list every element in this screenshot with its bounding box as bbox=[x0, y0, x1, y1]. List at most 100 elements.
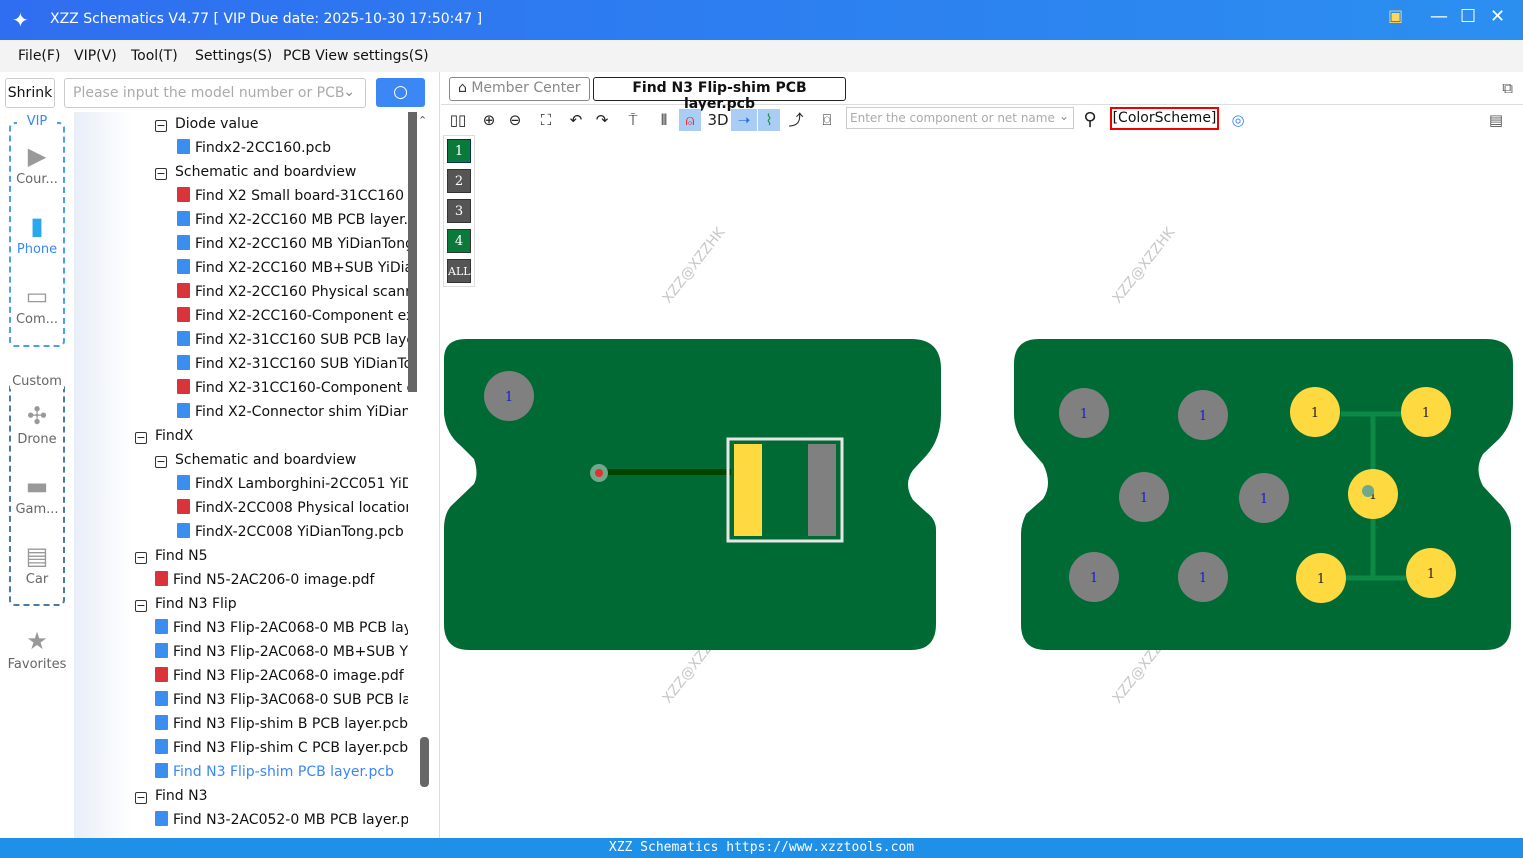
collapse-icon[interactable]: − bbox=[155, 456, 167, 468]
tree-folder[interactable]: − Find N3 Flip bbox=[135, 592, 237, 616]
pdf-file-icon[interactable] bbox=[177, 499, 190, 514]
tree-folder[interactable]: − Schematic and boardview bbox=[155, 448, 356, 472]
tree-folder[interactable]: − Find N5 bbox=[135, 544, 208, 568]
search-button[interactable]: ○ bbox=[376, 78, 425, 107]
rail-drone[interactable]: ✣ Drone bbox=[0, 402, 74, 447]
rail-games[interactable]: ▬ Gam... bbox=[0, 472, 74, 517]
rotate-right-icon[interactable]: ↷ bbox=[591, 109, 613, 131]
pdf-file-icon[interactable] bbox=[177, 187, 190, 202]
pcb-file-icon[interactable] bbox=[155, 643, 168, 658]
fit-screen-icon[interactable]: ⛶ bbox=[535, 109, 557, 131]
tree-file[interactable]: Find X2-31CC160 SUB PCB laye bbox=[177, 328, 408, 352]
rail-favorites[interactable]: ★ Favorites bbox=[0, 627, 74, 672]
zoom-out-icon[interactable]: ⊖ bbox=[504, 109, 526, 131]
tree-file[interactable]: Find N3 Flip-shim PCB layer.pcb bbox=[155, 760, 394, 784]
tree-file[interactable]: Find X2-2CC160-Component ex bbox=[177, 304, 408, 328]
tree-file[interactable]: FindX-2CC008 Physical location bbox=[177, 496, 408, 520]
tab-active-pcb[interactable]: Find N3 Flip-shim PCB layer.pcb bbox=[593, 77, 846, 112]
layer-2-button[interactable]: 2 bbox=[447, 169, 471, 193]
tree-file[interactable]: Find N3 Flip-2AC068-0 image.pdf bbox=[155, 664, 404, 688]
pcb-file-icon[interactable] bbox=[177, 211, 190, 226]
pcb-file-icon[interactable] bbox=[155, 715, 168, 730]
scroll-up-icon[interactable]: ⌃ bbox=[418, 114, 427, 127]
tree-file[interactable]: Find X2 Small board-31CC160 h bbox=[177, 184, 408, 208]
rail-courses[interactable]: ▶ Cour... bbox=[0, 142, 74, 187]
vip-bag-icon[interactable]: ▣ bbox=[1388, 6, 1403, 25]
tree-file[interactable]: Find N3 Flip-3AC068-0 SUB PCB la bbox=[155, 688, 408, 712]
layer-1-button[interactable]: 1 bbox=[447, 139, 471, 163]
alarm-icon[interactable]: ⍝ bbox=[679, 109, 701, 131]
shrink-button[interactable]: Shrink bbox=[5, 78, 55, 108]
mouse-icon[interactable]: ⌼ bbox=[816, 109, 838, 131]
layer-3-button[interactable]: 3 bbox=[447, 199, 471, 223]
pcb-file-icon[interactable] bbox=[177, 523, 190, 538]
pcb-file-icon[interactable] bbox=[177, 259, 190, 274]
tree-scrollbar[interactable] bbox=[408, 112, 417, 392]
pcb-file-icon[interactable] bbox=[177, 475, 190, 490]
tree-file[interactable]: Find X2-31CC160 SUB YiDianTo bbox=[177, 352, 408, 376]
collapse-icon[interactable]: − bbox=[135, 552, 147, 564]
3d-button[interactable]: 3D bbox=[705, 109, 731, 131]
pcb-file-icon[interactable] bbox=[177, 355, 190, 370]
collapse-icon[interactable]: − bbox=[155, 168, 167, 180]
pcb-file-icon[interactable] bbox=[155, 811, 168, 826]
pcb-canvas[interactable]: XZZ@XZZHK XZZ@XZZHK XZZ@XZZHK XZZ@XZZHK … bbox=[441, 134, 1523, 838]
menu-tool[interactable]: Tool(T) bbox=[131, 48, 178, 64]
color-scheme-button[interactable]: [ColorScheme] bbox=[1110, 107, 1219, 130]
tree-file[interactable]: Find N3-2AC052-0 MB PCB layer.p bbox=[155, 808, 408, 832]
tree-file[interactable]: Find N3 Flip-shim C PCB layer.pcb bbox=[155, 736, 408, 760]
side-panel-icon[interactable]: ▤ bbox=[1485, 109, 1507, 131]
tree-file[interactable]: Find X2-2CC160 MB PCB layer.p bbox=[177, 208, 408, 232]
pdf-file-icon[interactable] bbox=[177, 283, 190, 298]
tree-file[interactable]: Find X2-31CC160-Component e bbox=[177, 376, 408, 400]
pdf-file-icon[interactable] bbox=[177, 379, 190, 394]
minimize-button[interactable]: — bbox=[1430, 6, 1448, 27]
tree-folder[interactable]: − Find N3 bbox=[135, 784, 208, 808]
split-view-icon[interactable]: ▯▯ bbox=[447, 109, 469, 131]
tree-file[interactable]: Find X2-Connector shim YiDian bbox=[177, 400, 408, 424]
component-search-input[interactable]: Enter the component or net name ⌄ bbox=[846, 107, 1074, 129]
paint-roller-icon[interactable]: ⍑ bbox=[622, 109, 644, 131]
pcb-file-icon[interactable] bbox=[177, 403, 190, 418]
rotate-left-icon[interactable]: ↶ bbox=[565, 109, 587, 131]
maximize-button[interactable]: ☐ bbox=[1460, 6, 1476, 27]
tree-file[interactable]: Find N3 Flip-2AC068-0 MB PCB lay bbox=[155, 616, 408, 640]
menu-file[interactable]: File(F) bbox=[18, 48, 60, 64]
tab-member-center[interactable]: ⌂ Member Center bbox=[449, 77, 590, 101]
pdf-file-icon[interactable] bbox=[177, 307, 190, 322]
layer-4-button[interactable]: 4 bbox=[447, 229, 471, 253]
tree-file[interactable]: Find X2-2CC160 MB+SUB YiDia bbox=[177, 256, 408, 280]
chevron-down-icon[interactable]: ⌄ bbox=[1059, 109, 1069, 123]
collapse-icon[interactable]: − bbox=[135, 432, 147, 444]
mirror-icon[interactable]: ⫴ bbox=[653, 109, 675, 131]
panel-scrollbar[interactable] bbox=[420, 737, 429, 787]
collapse-icon[interactable]: − bbox=[135, 792, 147, 804]
chevron-down-icon[interactable]: ⌄ bbox=[343, 84, 355, 100]
pcb-file-icon[interactable] bbox=[155, 619, 168, 634]
pdf-file-icon[interactable] bbox=[155, 667, 168, 682]
tree-file[interactable]: Find N5-2AC206-0 image.pdf bbox=[155, 568, 374, 592]
search-icon[interactable]: ⚲ bbox=[1079, 109, 1101, 131]
eye-icon[interactable]: ◎ bbox=[1227, 109, 1249, 131]
pdf-file-icon[interactable] bbox=[155, 571, 168, 586]
pcb-file-icon[interactable] bbox=[177, 331, 190, 346]
tree-folder[interactable]: − Schematic and boardview bbox=[155, 160, 356, 184]
diode-icon[interactable]: ➝ bbox=[731, 109, 757, 131]
tree-file[interactable]: Find X2-2CC160 Physical scanni bbox=[177, 280, 408, 304]
net-highlight-icon[interactable]: ⌇ bbox=[758, 109, 780, 131]
pcb-file-icon[interactable] bbox=[177, 235, 190, 250]
menu-pcb-view-settings[interactable]: PCB View settings(S) bbox=[283, 48, 429, 64]
zoom-in-icon[interactable]: ⊕ bbox=[478, 109, 500, 131]
tree-file[interactable]: Find N3 Flip-shim B PCB layer.pcb bbox=[155, 712, 408, 736]
trace-icon[interactable]: ⤴ bbox=[785, 109, 807, 131]
close-button[interactable]: ✕ bbox=[1490, 6, 1505, 27]
layer-all-button[interactable]: ALL bbox=[447, 259, 471, 283]
rail-phone[interactable]: ▮ Phone bbox=[0, 212, 74, 257]
pcb-file-icon[interactable] bbox=[155, 691, 168, 706]
menu-settings[interactable]: Settings(S) bbox=[195, 48, 272, 64]
tree-file[interactable]: Find X2-2CC160 MB YiDianTong bbox=[177, 232, 408, 256]
rail-car[interactable]: ▤ Car bbox=[0, 542, 74, 587]
model-search-input[interactable]: Please input the model number or PCB ⌄ bbox=[64, 78, 366, 108]
menu-vip[interactable]: VIP(V) bbox=[74, 48, 117, 64]
tree-file[interactable]: Findx2-2CC160.pcb bbox=[177, 136, 331, 160]
